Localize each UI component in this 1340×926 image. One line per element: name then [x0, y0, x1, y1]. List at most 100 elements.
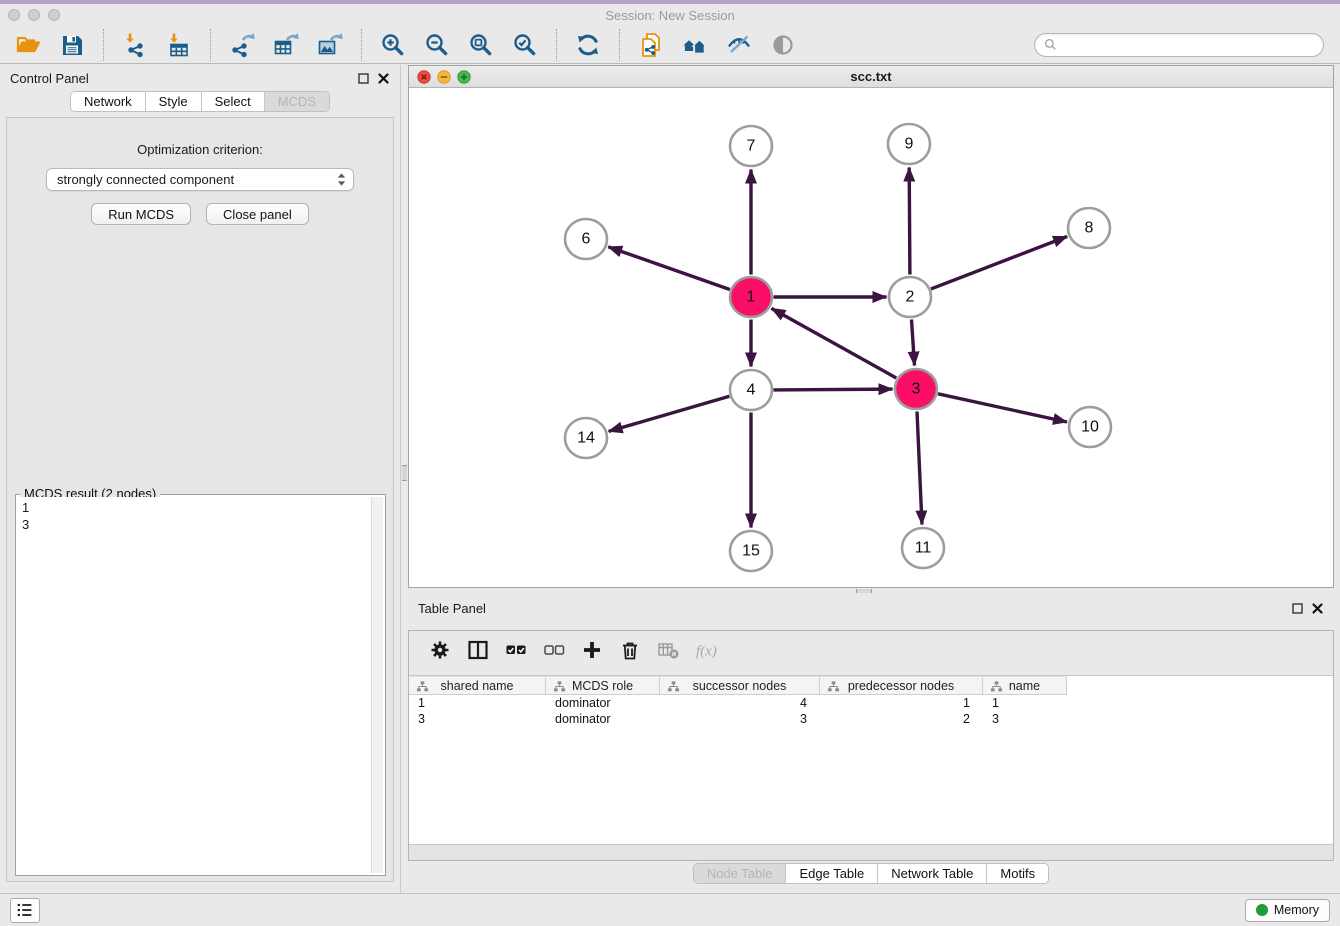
split-panel-icon[interactable]	[465, 637, 491, 663]
column-header-predecessor-nodes[interactable]: predecessor nodes	[820, 676, 983, 695]
open-file-icon[interactable]	[14, 31, 42, 59]
graph-edge-4-3[interactable]	[774, 389, 893, 390]
search-input[interactable]	[1063, 37, 1315, 52]
column-header-name[interactable]: name	[983, 676, 1067, 695]
column-header-shared-name[interactable]: shared name	[409, 676, 546, 695]
run-mcds-button[interactable]: Run MCDS	[91, 203, 191, 225]
tab-mcds[interactable]: MCDS	[264, 92, 329, 111]
float-panel-icon[interactable]	[357, 72, 370, 85]
graph-edge-3-10[interactable]	[938, 394, 1067, 422]
graph-node-3[interactable]: 3	[895, 369, 937, 409]
mcds-result-item[interactable]: 3	[22, 516, 367, 533]
close-panel-button[interactable]: Close panel	[206, 203, 309, 225]
table-cell[interactable]: 3	[409, 711, 546, 727]
delete-column-icon[interactable]	[617, 637, 643, 663]
table-settings-icon[interactable]	[427, 637, 453, 663]
home-icon[interactable]	[681, 31, 709, 59]
graph-edge-1-6[interactable]	[608, 247, 730, 290]
tab-node-table[interactable]: Node Table	[694, 864, 786, 883]
tab-select[interactable]: Select	[201, 92, 264, 111]
maximize-window-button[interactable]	[48, 9, 60, 21]
float-panel-icon[interactable]	[1291, 602, 1304, 615]
tree-icon	[827, 680, 840, 693]
table-cell[interactable]: 1	[983, 695, 1067, 711]
graph-edge-2-3[interactable]	[912, 320, 915, 366]
hide-selected-icon[interactable]	[725, 31, 753, 59]
graph-edge-2-8[interactable]	[931, 237, 1067, 289]
table-cell[interactable]: dominator	[546, 695, 660, 711]
graph-edge-4-14[interactable]	[609, 396, 730, 431]
graph-edge-3-1[interactable]	[772, 308, 897, 378]
tab-edge-table[interactable]: Edge Table	[785, 864, 877, 883]
graph-edge-2-9[interactable]	[909, 168, 910, 275]
graph-node-14[interactable]: 14	[565, 418, 607, 458]
graph-node-9[interactable]: 9	[888, 124, 930, 164]
search-field[interactable]	[1034, 33, 1324, 57]
vertical-splitter[interactable]	[400, 65, 408, 893]
graph-node-2[interactable]: 2	[889, 277, 931, 317]
graph-node-4[interactable]: 4	[730, 370, 772, 410]
table-cell[interactable]: 4	[660, 695, 820, 711]
graph-node-10[interactable]: 10	[1069, 407, 1111, 447]
zoom-out-icon[interactable]	[423, 31, 451, 59]
new-network-from-selection-icon[interactable]	[637, 31, 665, 59]
network-canvas[interactable]: 7 9 6 8 1 2 4 3 14 10 15 11	[409, 88, 1333, 587]
select-all-icon[interactable]	[503, 637, 529, 663]
zoom-fit-icon[interactable]	[467, 31, 495, 59]
table-cell[interactable]: 1	[820, 695, 983, 711]
memory-button[interactable]: Memory	[1245, 899, 1330, 922]
horizontal-splitter[interactable]	[408, 588, 1334, 595]
save-session-icon[interactable]	[58, 31, 86, 59]
graph-edge-3-11[interactable]	[917, 412, 922, 525]
column-header-MCDS-role[interactable]: MCDS role	[546, 676, 660, 695]
export-network-icon[interactable]	[228, 31, 256, 59]
close-panel-icon[interactable]	[1311, 602, 1324, 615]
graph-node-6[interactable]: 6	[565, 219, 607, 259]
result-scrollbar[interactable]	[371, 497, 383, 873]
close-window-button[interactable]	[8, 9, 20, 21]
close-panel-icon[interactable]	[377, 72, 390, 85]
minimize-window-button[interactable]	[28, 9, 40, 21]
graph-node-1[interactable]: 1	[730, 277, 772, 317]
deselect-all-icon[interactable]	[541, 637, 567, 663]
node-table: shared nameMCDS rolesuccessor nodesprede…	[409, 675, 1333, 844]
table-scroll-strip[interactable]	[409, 844, 1333, 860]
export-table-icon[interactable]	[272, 31, 300, 59]
graph-node-11[interactable]: 11	[902, 528, 944, 568]
mcds-result-list[interactable]: 13	[18, 497, 371, 873]
mcds-result-item[interactable]: 1	[22, 499, 367, 516]
table-cell[interactable]: 3	[983, 711, 1067, 727]
table-row[interactable]: 3dominator323	[409, 711, 1333, 727]
table-cell[interactable]: dominator	[546, 711, 660, 727]
splitter-grip[interactable]	[402, 465, 407, 481]
zoom-in-icon[interactable]	[379, 31, 407, 59]
import-network-icon[interactable]	[121, 31, 149, 59]
show-all-icon	[769, 31, 797, 59]
table-cell[interactable]: 2	[820, 711, 983, 727]
graph-node-15[interactable]: 15	[730, 531, 772, 571]
export-image-icon[interactable]	[316, 31, 344, 59]
graph-node-label: 1	[747, 289, 756, 306]
tab-style[interactable]: Style	[145, 92, 201, 111]
column-header-successor-nodes[interactable]: successor nodes	[660, 676, 820, 695]
criterion-select[interactable]: strongly connected component	[46, 168, 354, 191]
table-cell[interactable]: 1	[409, 695, 546, 711]
tab-motifs[interactable]: Motifs	[986, 864, 1048, 883]
graph-node-8[interactable]: 8	[1068, 208, 1110, 248]
tab-network-table[interactable]: Network Table	[877, 864, 986, 883]
zoom-selected-icon[interactable]	[511, 31, 539, 59]
splitter-grip[interactable]	[856, 589, 872, 593]
graph-node-label: 10	[1081, 419, 1099, 436]
graph-node-7[interactable]: 7	[730, 126, 772, 166]
add-column-icon[interactable]	[579, 637, 605, 663]
task-history-button[interactable]	[10, 898, 40, 923]
table-row[interactable]: 1dominator411	[409, 695, 1333, 711]
minimize-network-icon[interactable]	[437, 70, 451, 84]
refresh-network-icon[interactable]	[574, 31, 602, 59]
mcds-panel: Optimization criterion: strongly connect…	[6, 117, 394, 882]
table-cell[interactable]: 3	[660, 711, 820, 727]
import-table-icon[interactable]	[165, 31, 193, 59]
tab-network[interactable]: Network	[71, 92, 145, 111]
close-network-icon[interactable]	[417, 70, 431, 84]
zoom-network-icon[interactable]	[457, 70, 471, 84]
